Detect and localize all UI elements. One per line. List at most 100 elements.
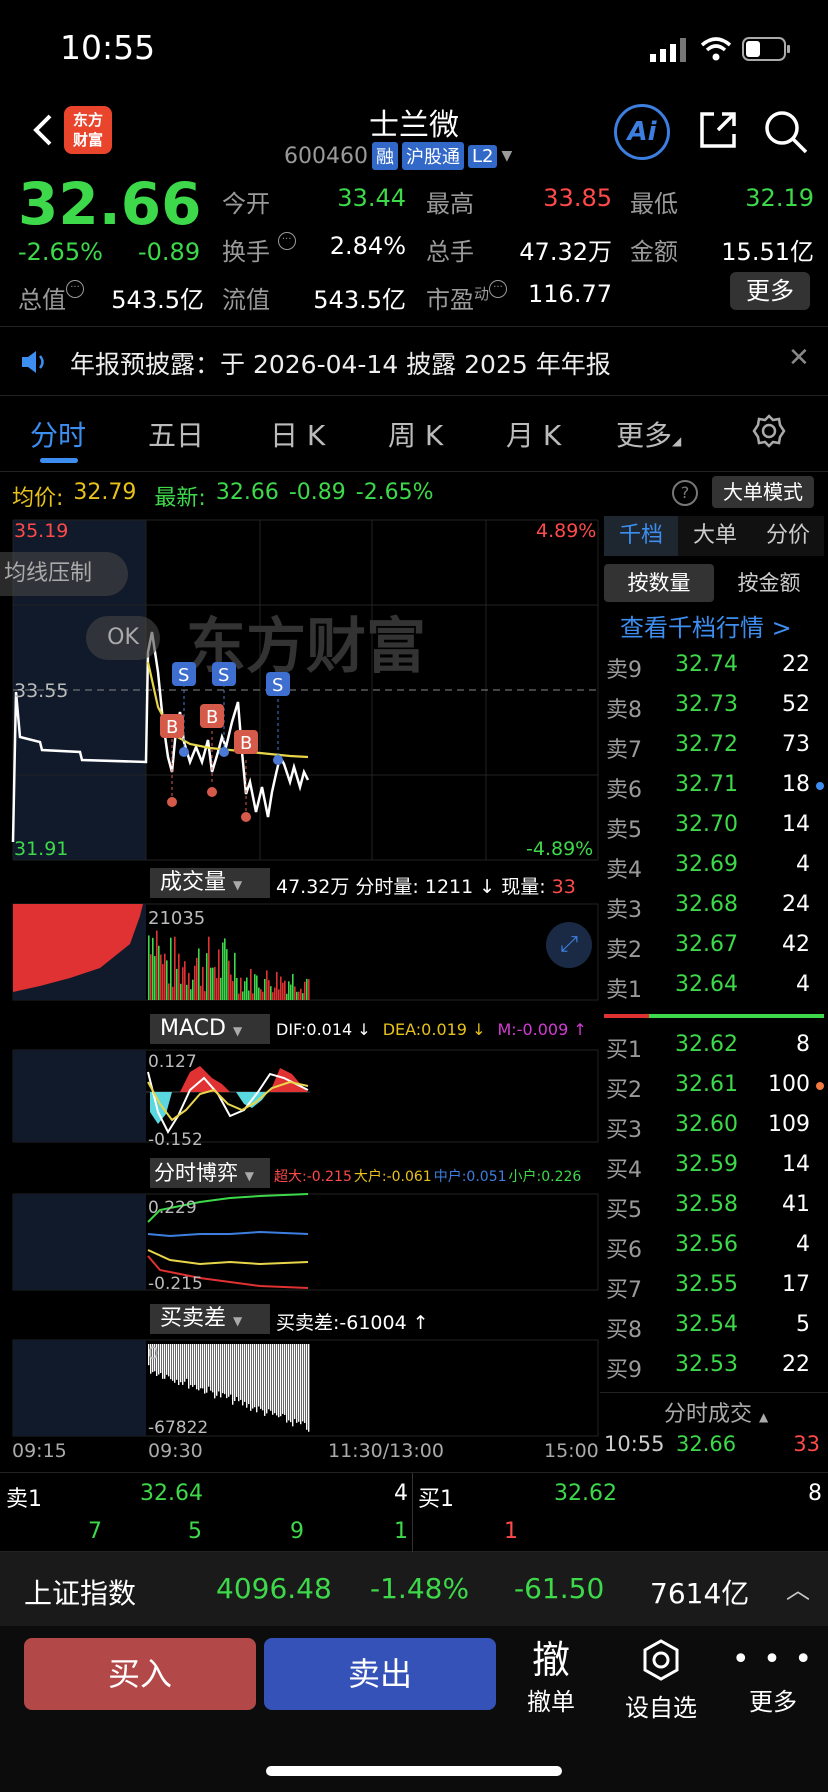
volume-bar bbox=[298, 991, 300, 1000]
ma-pressure-tag[interactable]: 均线压制 bbox=[0, 552, 128, 596]
help-icon[interactable]: ? bbox=[672, 480, 698, 506]
tab-monthly-k[interactable]: 月 K bbox=[506, 414, 561, 454]
volume-bar bbox=[272, 992, 274, 1000]
tab-big-order[interactable]: 大单 bbox=[678, 516, 752, 556]
bid-row[interactable]: 买3 32.60 109 bbox=[600, 1106, 828, 1146]
expand-icon[interactable]: ⤢ bbox=[546, 922, 592, 968]
more-actions-label: 更多 bbox=[749, 1688, 797, 1716]
diff-bar bbox=[258, 1344, 260, 1407]
buy-button[interactable]: 买入 bbox=[24, 1638, 256, 1710]
volume-bar bbox=[168, 983, 170, 1000]
diff-selector[interactable]: 买卖差 ▼ bbox=[150, 1304, 270, 1334]
volume-bar bbox=[180, 983, 182, 1000]
tab-weekly-k[interactable]: 周 K bbox=[388, 414, 443, 454]
macd-selector[interactable]: MACD ▼ bbox=[150, 1014, 270, 1044]
stock-code-row[interactable]: 600460 融 沪股通 L2 ▼ bbox=[284, 142, 512, 170]
volume-value: 47.32万 bbox=[519, 238, 612, 266]
open-label: 今开 bbox=[222, 190, 270, 218]
pe-label[interactable]: 市盈动 ··· bbox=[426, 280, 508, 315]
volume-bar bbox=[150, 954, 152, 1000]
close-icon[interactable]: ✕ bbox=[788, 343, 810, 373]
diff-bar bbox=[268, 1344, 270, 1410]
game-bot-label: -0.215 bbox=[148, 1274, 203, 1294]
bottom-action-bar: 买入 卖出 撤 撤单 设自选 • • • 更多 bbox=[0, 1626, 828, 1792]
big-order-mode-button[interactable]: 大单模式 bbox=[712, 476, 814, 508]
more-quote-button[interactable]: 更多 bbox=[730, 272, 810, 310]
bid-row[interactable]: 买8 32.54 5 bbox=[600, 1306, 828, 1346]
volume-bar bbox=[210, 967, 212, 1000]
chevron-up-icon[interactable]: ︿ bbox=[786, 1570, 810, 1605]
game-values: 超大:-0.215 大户:-0.061 中户:0.051 小户:0.226 bbox=[274, 1166, 581, 1186]
ask-row[interactable]: 卖5 32.70 14 bbox=[600, 806, 828, 846]
market-cap-label[interactable]: 总值 ··· bbox=[18, 280, 84, 315]
bid-row[interactable]: 买4 32.59 14 bbox=[600, 1146, 828, 1186]
ask-qty: 14 bbox=[782, 812, 810, 837]
bid-row[interactable]: 买5 32.58 41 bbox=[600, 1186, 828, 1226]
ask-row[interactable]: 卖1 32.64 4 bbox=[600, 966, 828, 1006]
diff-bar bbox=[234, 1344, 236, 1401]
tab-more[interactable]: 更多◢ bbox=[616, 414, 681, 454]
tab-by-amount[interactable]: 按金额 bbox=[714, 564, 824, 602]
volume-bar bbox=[176, 968, 178, 1000]
volume-bar bbox=[236, 977, 238, 1000]
volume-selector[interactable]: 成交量 ▼ bbox=[150, 868, 270, 898]
cancel-order-button[interactable]: 撤 撤单 bbox=[506, 1638, 596, 1717]
info-icon: ··· bbox=[66, 280, 84, 298]
share-icon[interactable] bbox=[696, 108, 740, 152]
search-icon[interactable] bbox=[762, 108, 810, 156]
ask-level: 卖4 bbox=[606, 858, 642, 883]
turnover-label[interactable]: 换手 ··· bbox=[222, 232, 296, 267]
index-ticker[interactable]: 上证指数 4096.48 -1.48% -61.50 7614亿 ︿ bbox=[0, 1552, 828, 1626]
volume-bar bbox=[266, 970, 268, 1000]
diff-bar bbox=[250, 1344, 252, 1411]
trades-header[interactable]: 分时成交 ▲ bbox=[664, 1396, 768, 1428]
bid-qty: 5 bbox=[796, 1312, 810, 1337]
game-selector[interactable]: 分时博弈 ▼ bbox=[150, 1158, 270, 1188]
volume-bar bbox=[306, 978, 308, 1000]
ask-row[interactable]: 卖7 32.72 73 bbox=[600, 726, 828, 766]
add-watchlist-button[interactable]: 设自选 bbox=[616, 1638, 706, 1723]
ok-button[interactable]: OK bbox=[86, 616, 160, 660]
bid-row[interactable]: 买1 32.62 8 bbox=[600, 1026, 828, 1066]
more-actions-button[interactable]: • • • 更多 bbox=[728, 1638, 818, 1717]
ask-row[interactable]: 卖3 32.68 24 bbox=[600, 886, 828, 926]
bid-row[interactable]: 买7 32.55 17 bbox=[600, 1266, 828, 1306]
game-super: 超大:-0.215 bbox=[274, 1169, 352, 1185]
settings-gear-icon[interactable] bbox=[752, 414, 786, 448]
bid-qty: 22 bbox=[782, 1352, 810, 1377]
ask-qty: 18 bbox=[782, 772, 810, 797]
tab-by-quantity[interactable]: 按数量 bbox=[604, 564, 714, 602]
ai-button[interactable]: Ai bbox=[614, 104, 670, 160]
ask-row[interactable]: 卖6 32.71 18 bbox=[600, 766, 828, 806]
volume-bar bbox=[148, 935, 150, 1000]
sell-split-4: 1 bbox=[394, 1519, 408, 1544]
trade-time: 10:55 bbox=[604, 1432, 665, 1456]
ask-row[interactable]: 卖2 32.67 42 bbox=[600, 926, 828, 966]
average-line-bar: 均价: 32.79 最新: 32.66 -0.89 -2.65% ? 大单模式 bbox=[0, 472, 828, 512]
view-thousand-link[interactable]: 查看千档行情 > bbox=[620, 608, 792, 643]
bid-row[interactable]: 买2 32.61 100 bbox=[600, 1066, 828, 1106]
bid-row[interactable]: 买6 32.56 4 bbox=[600, 1226, 828, 1266]
sell-button[interactable]: 卖出 bbox=[264, 1638, 496, 1710]
bid-row[interactable]: 买9 32.53 22 bbox=[600, 1346, 828, 1386]
volume-bar bbox=[206, 953, 208, 1000]
tab-thousand-level[interactable]: 千档 bbox=[604, 516, 678, 556]
volume-label: 总手 bbox=[426, 238, 474, 266]
ask-row[interactable]: 卖4 32.69 4 bbox=[600, 846, 828, 886]
volume-bar bbox=[290, 984, 292, 1000]
notice-bar[interactable]: 年报预披露：于 2026-04-14 披露 2025 年年报 ✕ bbox=[0, 326, 828, 396]
ask-row[interactable]: 卖9 32.74 22 bbox=[600, 646, 828, 686]
tab-daily-k[interactable]: 日 K bbox=[270, 414, 325, 454]
macd-pane bbox=[12, 1049, 599, 1143]
buy1-qty: 8 bbox=[808, 1481, 822, 1506]
bid-level: 买8 bbox=[606, 1318, 642, 1343]
ask-row[interactable]: 卖8 32.73 52 bbox=[600, 686, 828, 726]
volume-bar bbox=[282, 982, 284, 1000]
tab-price-split[interactable]: 分价 bbox=[752, 516, 824, 556]
ask-qty: 73 bbox=[782, 732, 810, 757]
tab-intraday[interactable]: 分时 bbox=[30, 414, 86, 454]
amount-label: 金额 bbox=[630, 238, 678, 266]
tab-five-day[interactable]: 五日 bbox=[148, 414, 204, 454]
volume-bar bbox=[194, 965, 196, 1000]
intraday-chart[interactable]: 东方财富 B S B S B S 35.19 33.55 31.91 4.89%… bbox=[0, 512, 600, 1462]
